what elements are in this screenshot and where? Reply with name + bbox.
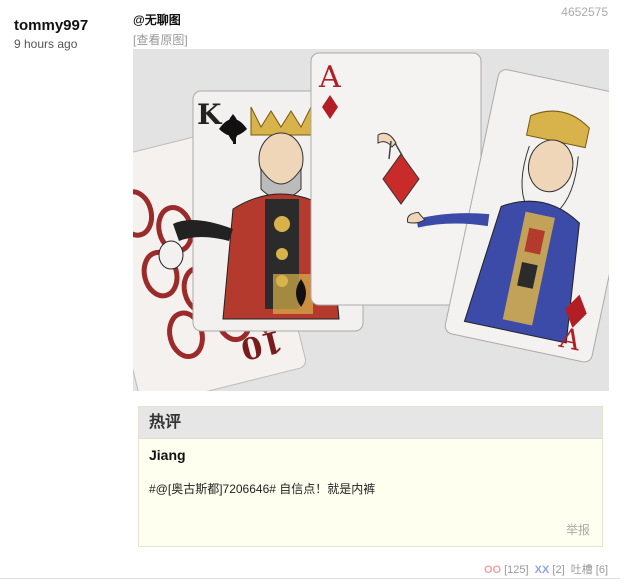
oo-count: [125] [504, 564, 529, 576]
hot-comment-header: 热评 [139, 407, 602, 439]
post-item: tommy997 9 hours ago 4652575 @无聊图 [查看原图] [0, 0, 624, 586]
post-time: 9 hours ago [14, 37, 78, 51]
oo-vote-button[interactable]: OO [484, 564, 501, 576]
playing-cards-image: 10 K A A [133, 49, 609, 391]
post-content: @无聊图 [查看原图] [133, 12, 609, 49]
post-image[interactable]: 10 K A A [133, 49, 609, 391]
tucao-button[interactable]: 吐槽 [571, 564, 593, 576]
tucao-count: [6] [595, 564, 608, 576]
post-divider [0, 578, 620, 579]
card-ace: A [310, 52, 482, 306]
report-button[interactable]: 举报 [566, 521, 590, 538]
post-tag: @无聊图 [133, 13, 181, 27]
hot-comment-author[interactable]: Jiang [149, 446, 602, 464]
author-name[interactable]: tommy997 [14, 17, 88, 35]
hot-comment-box: 热评 Jiang #@[奥古斯都]7206646# 自信点！就是内裤 举报 [138, 406, 603, 547]
post-author: tommy997 9 hours ago [14, 17, 88, 52]
vote-bar: OO [125] XX [2] 吐槽 [6] [484, 561, 608, 577]
xx-count: [2] [552, 564, 565, 576]
view-original-link[interactable]: [查看原图] [133, 32, 188, 48]
xx-vote-button[interactable]: XX [535, 564, 550, 576]
hot-comment-text: #@[奥古斯都]7206646# 自信点！就是内裤 [149, 482, 376, 496]
ace-rank-label: A [318, 60, 341, 95]
king-rank-label: K [197, 98, 223, 131]
